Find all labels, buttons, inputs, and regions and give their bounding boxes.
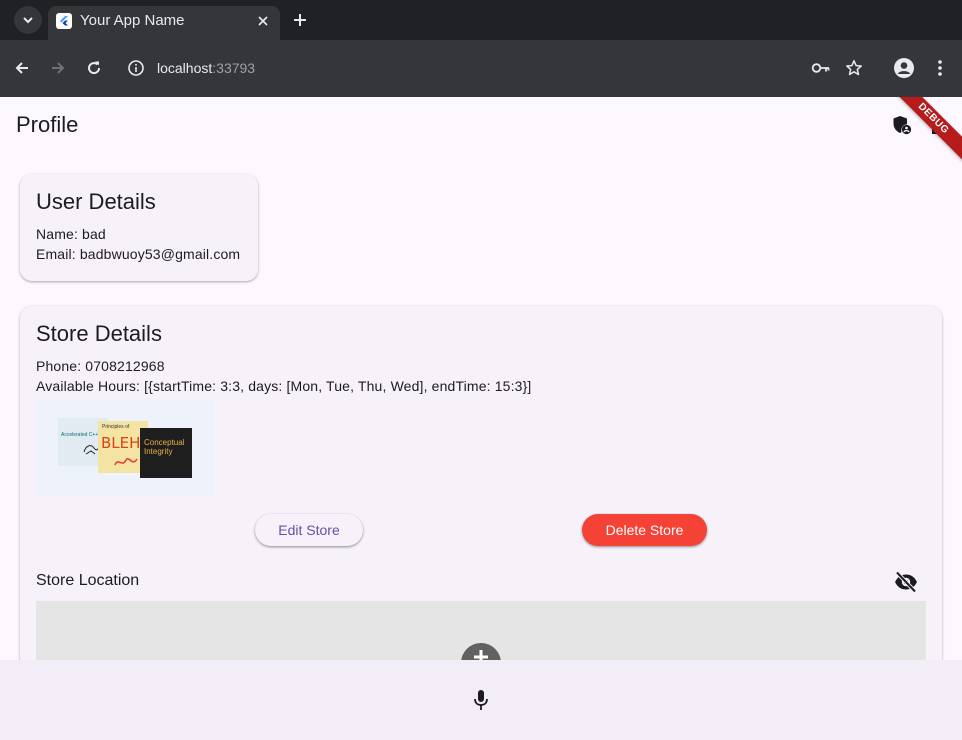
map-add-button[interactable] — [461, 643, 501, 660]
forward-button[interactable] — [44, 54, 72, 82]
reload-button[interactable] — [80, 54, 108, 82]
browser-menu-button[interactable] — [926, 54, 954, 82]
store-phone: Phone: 0708212968 — [36, 358, 165, 374]
flutter-icon — [56, 13, 72, 29]
profile-button[interactable] — [890, 54, 918, 82]
store-image: Accelerated C++ Principles of BLEH Conce… — [36, 399, 214, 496]
tab-title: Your App Name — [80, 12, 185, 29]
microphone-button[interactable] — [469, 688, 493, 712]
info-icon[interactable] — [126, 58, 146, 78]
star-icon[interactable] — [844, 58, 864, 78]
edit-store-button[interactable]: Edit Store — [255, 514, 363, 546]
url-text: localhost:33793 — [157, 60, 256, 76]
delete-store-button[interactable]: Delete Store — [582, 514, 707, 546]
back-button[interactable] — [8, 54, 36, 82]
store-location-map[interactable] — [36, 601, 926, 660]
add-icon — [474, 650, 488, 660]
browser-tabstrip: Your App Name — [0, 0, 962, 40]
arrow-left-icon — [15, 62, 28, 74]
app-viewport: Profile DEBUG User Details Name: bad Ema… — [0, 97, 962, 660]
book-cover-3: Conceptual Integrity — [140, 428, 192, 478]
kebab-menu-icon — [938, 60, 942, 76]
user-details-card: User Details Name: bad Email: badbwuoy53… — [20, 174, 258, 281]
store-hours: Available Hours: [{startTime: 3:3, days:… — [36, 378, 532, 394]
browser-tab[interactable]: Your App Name — [48, 6, 280, 40]
key-icon[interactable] — [811, 58, 831, 78]
page-title: Profile — [16, 112, 79, 137]
browser-toolbar: localhost:33793 — [0, 40, 962, 97]
bottom-bar — [0, 660, 962, 740]
plus-icon — [294, 14, 306, 26]
user-details-title: User Details — [36, 189, 156, 214]
chevron-down-icon — [23, 17, 33, 24]
store-location-label: Store Location — [36, 572, 140, 589]
user-email: Email: badbwuoy53@gmail.com — [36, 246, 241, 262]
arrow-right-icon — [52, 62, 65, 74]
microphone-icon — [474, 690, 488, 710]
user-name: Name: bad — [36, 226, 106, 242]
admin-shield-icon[interactable] — [890, 113, 914, 137]
address-bar[interactable]: localhost:33793 — [118, 46, 884, 90]
store-details-card: Store Details Phone: 0708212968 Availabl… — [20, 306, 942, 660]
close-icon[interactable] — [254, 12, 272, 30]
reload-icon — [88, 61, 101, 75]
store-details-title: Store Details — [36, 321, 162, 346]
new-tab-button[interactable] — [286, 6, 314, 34]
visibility-off-icon[interactable] — [893, 569, 919, 595]
tab-list-button[interactable] — [14, 6, 42, 34]
person-icon — [894, 58, 914, 78]
